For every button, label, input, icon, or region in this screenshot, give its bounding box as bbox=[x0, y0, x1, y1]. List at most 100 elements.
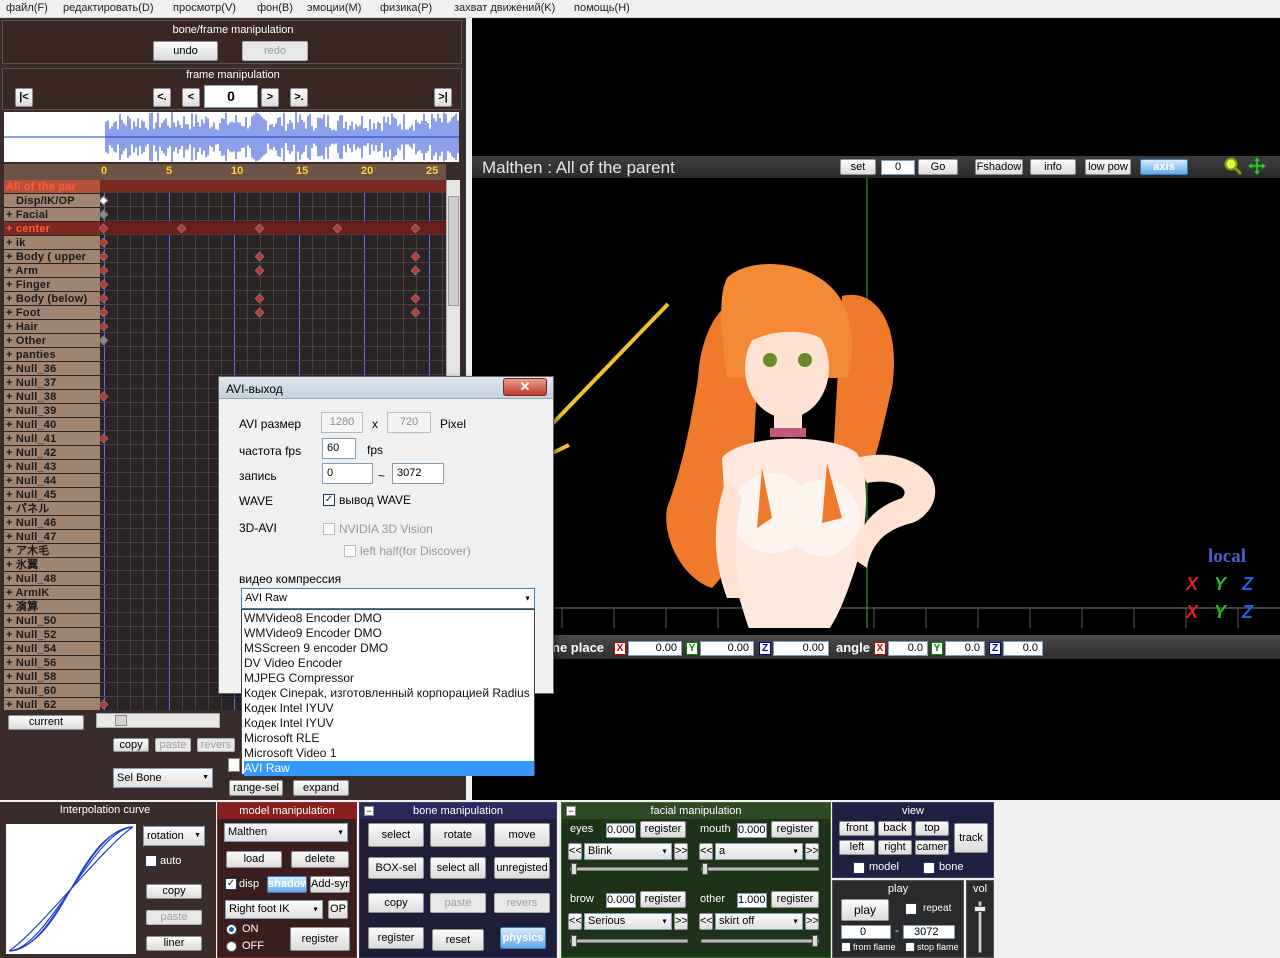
local-rot-z-icon[interactable]: Z bbox=[1242, 574, 1253, 595]
model-register-button[interactable]: register bbox=[290, 927, 350, 951]
low-pow-button[interactable]: low pow bbox=[1085, 159, 1131, 175]
eyes-morph-select[interactable]: Blink bbox=[584, 843, 672, 860]
timeline-track-name[interactable]: + ik bbox=[6, 236, 98, 250]
interpolation-curve-canvas[interactable] bbox=[6, 824, 136, 954]
view-track-button[interactable]: track bbox=[954, 823, 988, 853]
timeline-track-name[interactable]: + center bbox=[6, 222, 98, 236]
compress-option[interactable]: Кодек Intel IYUV bbox=[244, 701, 534, 716]
undo-button[interactable]: undo bbox=[153, 41, 218, 61]
place-y-input[interactable]: 0.00 bbox=[700, 641, 754, 656]
box-sel-button[interactable]: BOX-sel bbox=[368, 857, 424, 879]
avi-height-input[interactable]: 720 bbox=[387, 412, 431, 433]
bone-select-button[interactable]: select bbox=[368, 823, 424, 847]
menu-physics[interactable]: физика(P) bbox=[380, 2, 432, 14]
redo-button[interactable]: redo bbox=[242, 41, 308, 61]
axis-button[interactable]: axis bbox=[1140, 159, 1188, 175]
timeline-track-name[interactable]: + Null_38 bbox=[6, 390, 98, 404]
disp-checkbox[interactable] bbox=[225, 878, 237, 890]
timeline-track-name[interactable]: + Null_62 bbox=[6, 698, 98, 710]
angle-x-input[interactable]: 0.0 bbox=[888, 641, 928, 656]
timeline-track-name[interactable]: + Null_39 bbox=[6, 404, 98, 418]
bone-rotate-button[interactable]: rotate bbox=[430, 823, 486, 847]
brow-morph-select[interactable]: Serious bbox=[584, 913, 672, 930]
local-move-z-icon[interactable]: Z bbox=[1242, 602, 1253, 623]
other-slider[interactable] bbox=[701, 935, 819, 947]
timeline-track-name[interactable]: + Body ( upper bbox=[6, 250, 98, 264]
local-move-x-icon[interactable]: X bbox=[1186, 602, 1198, 623]
angle-y-input[interactable]: 0.0 bbox=[945, 641, 985, 656]
local-move-y-icon[interactable]: Y bbox=[1214, 602, 1226, 623]
timeline-track-name[interactable]: + Null_47 bbox=[6, 530, 98, 544]
current-button[interactable]: current bbox=[8, 715, 84, 730]
timeline-paste-button[interactable]: paste bbox=[155, 738, 191, 752]
mouth-next-button[interactable]: >> bbox=[805, 843, 819, 860]
mouth-slider[interactable] bbox=[701, 863, 819, 875]
op-button[interactable]: OP bbox=[328, 900, 348, 919]
timeline-track-name[interactable]: + Null_58 bbox=[6, 670, 98, 684]
timeline-track-name[interactable]: + Null_50 bbox=[6, 614, 98, 628]
view-back-button[interactable]: back bbox=[878, 821, 912, 836]
view-top-button[interactable]: top bbox=[915, 821, 949, 836]
wave-checkbox[interactable] bbox=[323, 494, 335, 506]
timeline-track-name[interactable]: + Hair bbox=[6, 320, 98, 334]
expand-button[interactable]: expand bbox=[293, 780, 349, 796]
timeline-track-name[interactable]: + Facial bbox=[6, 208, 98, 222]
liner-button[interactable]: liner bbox=[146, 936, 202, 951]
add-syn-button[interactable]: Add-syn bbox=[310, 876, 350, 893]
avi-width-input[interactable]: 1280 bbox=[321, 412, 363, 433]
compress-option[interactable]: DV Video Encoder bbox=[244, 656, 534, 671]
bone-move-button[interactable]: move bbox=[494, 823, 550, 847]
record-to-input[interactable]: 3072 bbox=[392, 463, 444, 484]
timeline-track-name[interactable]: + Null_44 bbox=[6, 474, 98, 488]
compress-option[interactable]: WMVideo9 Encoder DMO bbox=[244, 626, 534, 641]
compress-option[interactable]: MSScreen 9 encoder DMO bbox=[244, 641, 534, 656]
close-icon[interactable]: ✕ bbox=[503, 378, 547, 396]
next-key-button[interactable]: >. bbox=[290, 88, 308, 107]
timeline-track-name[interactable]: + Null_36 bbox=[6, 362, 98, 376]
view-left-button[interactable]: left bbox=[839, 840, 875, 855]
auto-checkbox[interactable] bbox=[145, 855, 157, 867]
timeline-track-name[interactable]: + Null_43 bbox=[6, 460, 98, 474]
interp-mode-select[interactable]: rotation bbox=[143, 826, 205, 846]
view-right-button[interactable]: right bbox=[878, 840, 912, 855]
eyes-prev-button[interactable]: << bbox=[568, 843, 582, 860]
other-value-input[interactable]: 1.000 bbox=[737, 893, 767, 908]
other-morph-select[interactable]: skirt off bbox=[715, 913, 803, 930]
timeline-track-name[interactable]: + Null_46 bbox=[6, 516, 98, 530]
menu-capture[interactable]: захват движений(K) bbox=[454, 2, 555, 14]
3d-viewport[interactable]: Malthen : All of the parent set 0 Go Fsh… bbox=[472, 18, 1280, 800]
timeline-track-name[interactable]: + Null_54 bbox=[6, 642, 98, 656]
view-camera-button[interactable]: camer bbox=[915, 840, 949, 855]
zoom-icon[interactable] bbox=[1224, 157, 1243, 176]
timeline-track-name[interactable]: + ア木毛 bbox=[6, 544, 98, 558]
menu-emotions[interactable]: эмоции(M) bbox=[307, 2, 361, 14]
set-button[interactable]: set bbox=[840, 159, 876, 175]
move-cross-icon[interactable] bbox=[1247, 156, 1267, 176]
brow-slider[interactable] bbox=[570, 935, 688, 947]
last-frame-button[interactable]: >| bbox=[434, 88, 452, 107]
bone-revers-button[interactable]: revers bbox=[494, 893, 550, 913]
bone-paste-button[interactable]: paste bbox=[430, 893, 486, 913]
local-rot-x-icon[interactable]: X bbox=[1186, 574, 1198, 595]
mouth-prev-button[interactable]: << bbox=[699, 843, 713, 860]
timeline-track-name[interactable]: + ArmIK bbox=[6, 586, 98, 600]
compress-option[interactable]: Microsoft RLE bbox=[244, 731, 534, 746]
go-button[interactable]: Go bbox=[918, 159, 958, 175]
timeline-track-name[interactable]: + Null_37 bbox=[6, 376, 98, 390]
nvidia-checkbox[interactable] bbox=[323, 523, 335, 535]
first-frame-button[interactable]: |< bbox=[15, 88, 33, 107]
timeline-revers-button[interactable]: revers bbox=[197, 738, 235, 752]
other-register-button[interactable]: register bbox=[771, 891, 819, 908]
timeline-track-name[interactable]: + Null_48 bbox=[6, 572, 98, 586]
fshadow-button[interactable]: Fshadow bbox=[975, 159, 1023, 175]
angle-z-input[interactable]: 0.0 bbox=[1003, 641, 1043, 656]
compress-option-selected[interactable]: AVI Raw bbox=[244, 761, 534, 776]
timeline-track-name[interactable]: + Null_60 bbox=[6, 684, 98, 698]
timeline-track-name[interactable]: + 氷翼 bbox=[6, 558, 98, 572]
brow-next-button[interactable]: >> bbox=[674, 913, 688, 930]
compress-select[interactable]: AVI Raw bbox=[241, 588, 535, 609]
shadow-button[interactable]: shadow bbox=[267, 876, 307, 893]
ik-on-radio[interactable] bbox=[226, 924, 237, 935]
select-all-button[interactable]: select all bbox=[430, 857, 486, 879]
prev-frame-button[interactable]: < bbox=[182, 88, 200, 107]
